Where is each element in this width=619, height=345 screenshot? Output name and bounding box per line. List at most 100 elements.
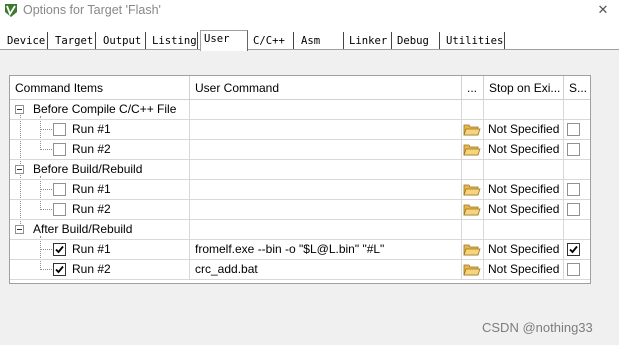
s-checkbox[interactable] [567, 263, 580, 276]
keil-uvision-icon [5, 4, 17, 17]
checkmark-icon [55, 265, 64, 274]
folder-icon [463, 244, 481, 256]
group-row[interactable]: Before Compile C/C++ File [10, 100, 590, 120]
collapse-icon[interactable] [15, 225, 24, 234]
folder-icon [463, 264, 481, 276]
tab-debug[interactable]: Debug [394, 32, 440, 50]
checkmark-icon [569, 245, 578, 254]
run-checkbox[interactable] [53, 183, 66, 196]
browse-button[interactable] [462, 120, 484, 140]
folder-icon [463, 204, 481, 216]
table-row[interactable]: Run #2 crc_add.bat Not Specified [10, 260, 590, 280]
table-row[interactable]: Run #2 Not Specified [10, 200, 590, 220]
browse-button[interactable] [462, 200, 484, 220]
user-command-field[interactable] [190, 180, 462, 200]
user-command-field[interactable] [190, 120, 462, 140]
stop-on-exit-select[interactable]: Not Specified [484, 140, 564, 160]
browse-button[interactable] [462, 140, 484, 160]
checkmark-icon [55, 245, 64, 254]
user-command-field[interactable] [190, 140, 462, 160]
folder-icon [463, 144, 481, 156]
run-checkbox[interactable] [53, 123, 66, 136]
stop-on-exit-text: Not Specified [488, 242, 560, 256]
collapse-icon[interactable] [15, 105, 24, 114]
s-checkbox[interactable] [567, 143, 580, 156]
tab-label: Utilities [446, 35, 504, 47]
stop-on-exit-text: Not Specified [488, 182, 560, 196]
item-label: Run #1 [72, 242, 111, 256]
table-row[interactable]: Run #2 Not Specified [10, 140, 590, 160]
header-s[interactable]: S... [564, 76, 590, 100]
stop-on-exit-text: Not Specified [488, 262, 560, 276]
close-icon: ✕ [597, 2, 609, 17]
item-label: Run #1 [72, 122, 111, 136]
user-command-field[interactable] [190, 200, 462, 220]
collapse-icon[interactable] [15, 165, 24, 174]
user-command-text: crc_add.bat [195, 262, 258, 276]
browse-button[interactable] [462, 240, 484, 260]
stop-on-exit-select[interactable]: Not Specified [484, 260, 564, 280]
group-label: Before Compile C/C++ File [33, 102, 177, 116]
table-row[interactable]: Run #1 Not Specified [10, 180, 590, 200]
tab-label: C/C++ [253, 35, 285, 47]
run-checkbox[interactable] [53, 263, 66, 276]
item-label: Run #2 [72, 202, 111, 216]
tab-bar: Device Target Output Listing User C/C++ … [0, 30, 619, 51]
stop-on-exit-text: Not Specified [488, 142, 560, 156]
watermark: CSDN @nothing33 [482, 320, 593, 335]
tab-label: Asm [301, 35, 321, 47]
s-checkbox[interactable] [567, 203, 580, 216]
group-label: Before Build/Rebuild [33, 162, 143, 176]
tab-listing[interactable]: Listing [149, 32, 198, 50]
browse-button[interactable] [462, 260, 484, 280]
browse-button[interactable] [462, 180, 484, 200]
item-label: Run #2 [72, 262, 111, 276]
stop-on-exit-text: Not Specified [488, 122, 560, 136]
group-label: After Build/Rebuild [33, 222, 133, 236]
tab-target[interactable]: Target [52, 32, 96, 50]
user-command-field[interactable]: crc_add.bat [190, 260, 462, 280]
tab-output[interactable]: Output [100, 32, 146, 50]
user-command-field[interactable]: fromelf.exe --bin -o "$L@L.bin" "#L" [190, 240, 462, 260]
tab-label: Listing [152, 35, 197, 47]
run-checkbox[interactable] [53, 243, 66, 256]
tab-c-cpp[interactable]: C/C++ [250, 32, 294, 50]
s-checkbox[interactable] [567, 243, 580, 256]
run-checkbox[interactable] [53, 143, 66, 156]
tab-label: Device [7, 35, 46, 47]
stop-on-exit-select[interactable]: Not Specified [484, 120, 564, 140]
user-commands-grid: Command Items User Command ... Stop on E… [9, 75, 591, 284]
stop-on-exit-text: Not Specified [488, 202, 560, 216]
title-bar: Options for Target 'Flash' ✕ [0, 0, 619, 22]
item-label: Run #2 [72, 142, 111, 156]
close-button[interactable]: ✕ [593, 0, 613, 20]
tab-label: Target [55, 35, 94, 47]
stop-on-exit-select[interactable]: Not Specified [484, 180, 564, 200]
tab-label: Linker [349, 35, 388, 47]
table-row[interactable]: Run #1 fromelf.exe --bin -o "$L@L.bin" "… [10, 240, 590, 260]
tab-linker[interactable]: Linker [346, 32, 392, 50]
tab-utilities[interactable]: Utilities [443, 32, 505, 50]
tab-asm[interactable]: Asm [298, 32, 344, 50]
header-user-command[interactable]: User Command [190, 76, 462, 100]
header-browse[interactable]: ... [462, 76, 484, 100]
folder-icon [463, 184, 481, 196]
window-title: Options for Target 'Flash' [23, 3, 161, 17]
header-stop-on-exit[interactable]: Stop on Exi... [484, 76, 564, 100]
tab-label: Output [103, 35, 142, 47]
stop-on-exit-select[interactable]: Not Specified [484, 240, 564, 260]
tab-user[interactable]: User [200, 30, 248, 51]
group-row[interactable]: After Build/Rebuild [10, 220, 590, 240]
table-row[interactable]: Run #1 Not Specified [10, 120, 590, 140]
run-checkbox[interactable] [53, 203, 66, 216]
s-checkbox[interactable] [567, 123, 580, 136]
user-command-text: fromelf.exe --bin -o "$L@L.bin" "#L" [195, 242, 385, 256]
tab-label: User [204, 33, 230, 45]
tab-label: Debug [397, 35, 429, 47]
stop-on-exit-select[interactable]: Not Specified [484, 200, 564, 220]
header-command-items[interactable]: Command Items [10, 76, 190, 100]
tab-device[interactable]: Device [4, 32, 48, 50]
s-checkbox[interactable] [567, 183, 580, 196]
group-row[interactable]: Before Build/Rebuild [10, 160, 590, 180]
folder-icon [463, 124, 481, 136]
